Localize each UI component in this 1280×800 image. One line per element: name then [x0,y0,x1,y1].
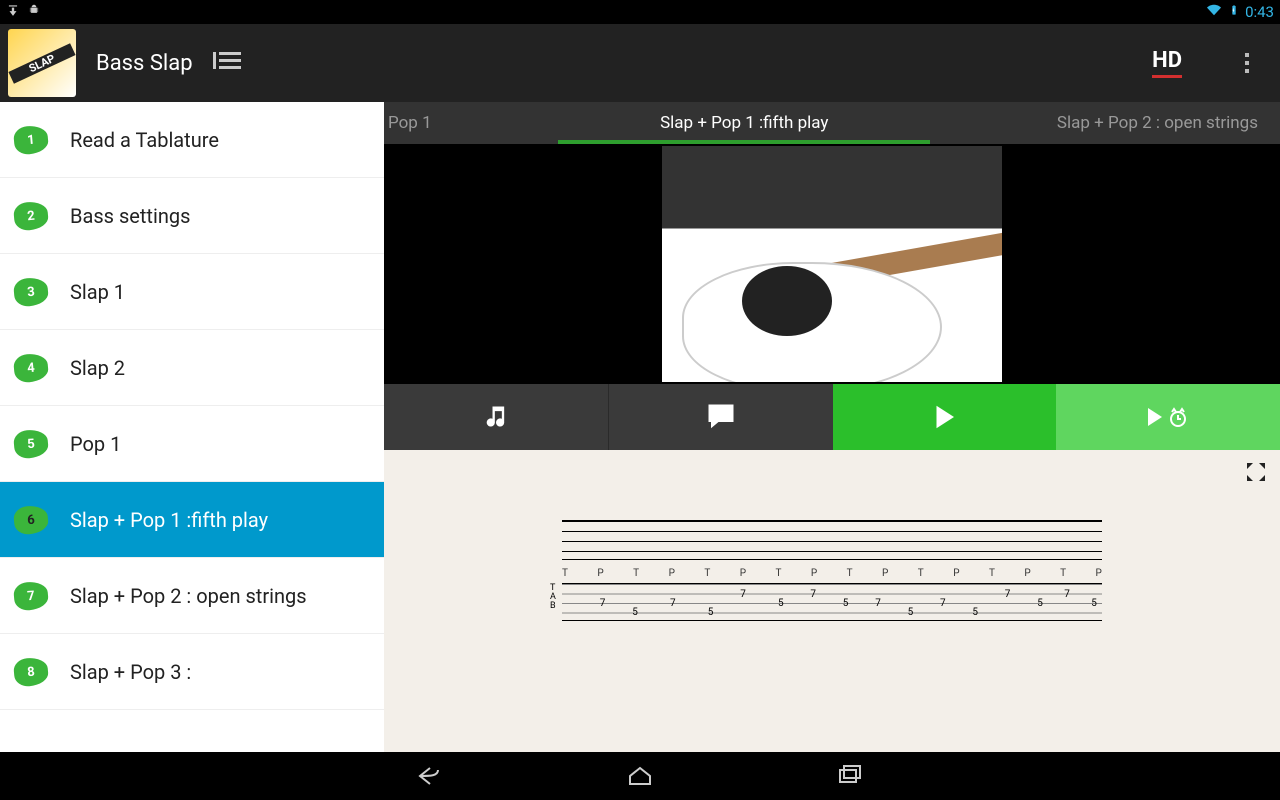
lesson-number-badge: 1 [13,124,49,155]
sidebar-item-8[interactable]: 8 Slap + Pop 3 : [0,634,384,710]
play-icon [929,400,959,434]
tab-fret-number: 7 [740,589,746,600]
sidebar-item-label: Slap + Pop 2 : open strings [70,584,307,608]
tab-fret-number: 5 [1037,598,1043,609]
sidebar-item-label: Slap + Pop 3 : [70,660,191,684]
music-staff [562,520,1102,560]
tab-fret-number: 7 [600,598,606,609]
status-time: 0:43 [1245,3,1274,21]
tab-fret-number: 5 [843,598,849,609]
tab-prev-label: Pop 1 [388,113,432,133]
sidebar-item-label: Read a Tablature [70,128,219,152]
home-button[interactable] [625,761,655,791]
technique-mark: P [740,568,746,579]
tab-fret-number: 5 [632,607,638,618]
sidebar-item-label: Slap 2 [70,356,125,380]
system-navbar [0,752,1280,800]
sidebar-item-7[interactable]: 7 Slap + Pop 2 : open strings [0,558,384,634]
app-icon[interactable]: SLAP [8,29,76,97]
recent-apps-button[interactable] [835,761,865,791]
tab-fret-number: 7 [875,598,881,609]
sidebar-item-label: Bass settings [70,204,190,228]
play-button[interactable] [833,384,1057,450]
tab-staff: TAB 7575757575757575 [562,583,1102,621]
technique-mark: T [847,568,853,579]
sidebar-item-2[interactable]: 2 Bass settings [0,178,384,254]
speech-bubble-icon [704,402,738,432]
sidebar-item-3[interactable]: 3 Slap 1 [0,254,384,330]
back-button[interactable] [415,761,445,791]
tab-fret-number: 5 [778,598,784,609]
sidebar-item-label: Slap 1 [70,280,125,304]
tab-fret-number: 7 [810,589,816,600]
lesson-list-icon[interactable] [213,52,241,74]
play-tempo-icon [1144,402,1192,432]
sidebar-item-1[interactable]: 1 Read a Tablature [0,102,384,178]
technique-mark: T [989,568,995,579]
sidebar-item-6[interactable]: 6 Slap + Pop 1 :fifth play [0,482,384,558]
tab-fret-number: 5 [708,607,714,618]
video-thumbnail [662,146,1002,382]
technique-mark: P [882,568,888,579]
download-icon [6,3,20,21]
tab-fret-number: 7 [670,598,676,609]
lesson-number-badge: 8 [13,656,49,687]
playback-controls [384,384,1280,450]
lesson-number-badge: 5 [13,428,49,459]
lesson-number-badge: 4 [13,352,49,383]
video-area[interactable] [384,144,1280,384]
tab-fret-number: 7 [940,598,946,609]
sidebar-item-label: Slap + Pop 1 :fifth play [70,508,268,532]
technique-mark: P [597,568,603,579]
sidebar-item-4[interactable]: 4 Slap 2 [0,330,384,406]
music-note-icon [482,400,510,434]
technique-mark: P [811,568,817,579]
technique-mark: T [704,568,710,579]
expand-icon[interactable] [1244,460,1268,488]
app-title: Bass Slap [96,51,193,76]
tab-fret-number: 5 [908,607,914,618]
tab-fret-number: 7 [1064,589,1070,600]
tab-fret-number: 5 [1091,598,1097,609]
lesson-tabs: Pop 1 Slap + Pop 1 :fifth play Slap + Po… [384,102,1280,144]
technique-mark: T [1060,568,1066,579]
tab-next[interactable]: Slap + Pop 2 : open strings [1035,102,1280,144]
action-bar: SLAP Bass Slap HD [0,24,1280,102]
lesson-number-badge: 2 [13,200,49,231]
tab-fret-number: 7 [1005,589,1011,600]
tab-active-label: Slap + Pop 1 :fifth play [660,113,828,133]
comment-button[interactable] [608,384,833,450]
lesson-number-badge: 3 [13,276,49,307]
technique-row: TPTPTPTPTPTPTPTP [562,568,1102,579]
technique-mark: T [633,568,639,579]
tab-prev[interactable]: Pop 1 [384,102,454,144]
sidebar-item-5[interactable]: 5 Pop 1 [0,406,384,482]
technique-mark: T [918,568,924,579]
battery-icon [1229,2,1239,22]
technique-mark: P [1024,568,1030,579]
lesson-content: Pop 1 Slap + Pop 1 :fifth play Slap + Po… [384,102,1280,752]
tab-next-label: Slap + Pop 2 : open strings [1057,113,1258,133]
technique-mark: T [562,568,568,579]
sidebar-item-label: Pop 1 [70,432,121,456]
tab-active[interactable]: Slap + Pop 1 :fifth play [454,102,1035,144]
hd-button[interactable]: HD [1152,48,1182,78]
lesson-number-badge: 7 [13,580,49,611]
tab-fret-number: 5 [972,607,978,618]
tab-line-label: B [550,602,556,611]
technique-mark: P [1096,568,1102,579]
technique-mark: P [953,568,959,579]
technique-mark: P [669,568,675,579]
tablature-area: TPTPTPTPTPTPTPTP TAB 7575757575757575 [384,450,1280,752]
status-bar: 0:43 [0,0,1280,24]
lesson-list: 1Read a Tablature2Bass settings3Slap 14S… [0,102,384,752]
play-slow-button[interactable] [1056,384,1280,450]
wifi-icon [1205,3,1223,21]
technique-mark: T [775,568,781,579]
notation-button[interactable] [384,384,608,450]
overflow-menu-icon[interactable] [1232,53,1262,73]
lesson-number-badge: 6 [13,504,49,535]
android-icon [26,3,42,21]
